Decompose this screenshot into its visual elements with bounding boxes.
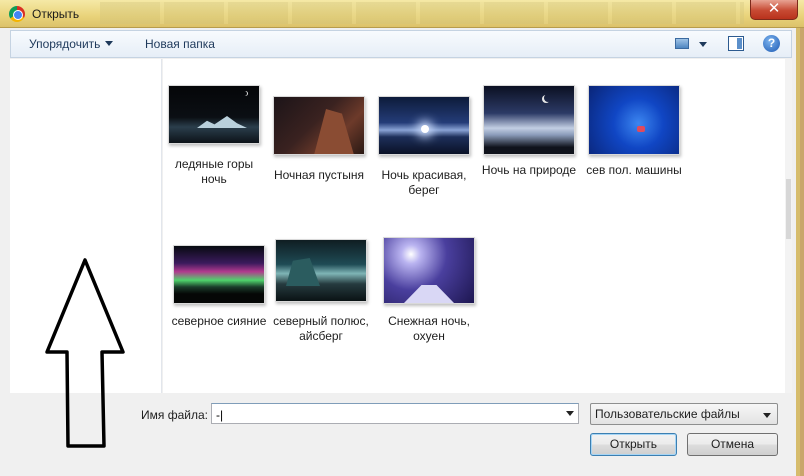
toolbar: Упорядочить Новая папка ? xyxy=(10,30,792,58)
window-title: Открыть xyxy=(32,7,80,21)
file-label: Снежная ночь, охуен xyxy=(388,314,470,343)
file-label: сев пол. машины xyxy=(586,163,682,177)
thumbnail-image xyxy=(168,85,260,144)
file-label: Ночная пустыня xyxy=(273,168,365,182)
file-item[interactable]: Снежная ночь, охуен xyxy=(379,237,479,344)
filetype-value: Пользовательские файлы xyxy=(595,407,740,421)
organize-label: Упорядочить xyxy=(29,37,101,51)
up-arrow-annotation-icon xyxy=(45,258,125,448)
file-item[interactable]: Ночь на природе xyxy=(479,85,579,178)
views-caret-icon[interactable] xyxy=(699,42,707,47)
thumbnail-image xyxy=(273,96,365,155)
thumbnail-image xyxy=(378,96,470,155)
new-folder-button[interactable]: Новая папка xyxy=(145,37,215,51)
file-item[interactable]: северное сияние xyxy=(169,245,269,329)
vertical-scrollbar[interactable] xyxy=(785,59,792,393)
file-item[interactable]: Ночная пустыня xyxy=(269,96,369,183)
filename-label: Имя файла: xyxy=(141,408,208,422)
file-label: ледяные горы ночь xyxy=(174,157,254,186)
organize-caret-icon xyxy=(105,41,114,46)
background-bookmarks-bar xyxy=(100,2,744,24)
title-bar: Открыть ✕ xyxy=(0,0,804,28)
file-label: Ночь красивая, берег xyxy=(381,168,467,197)
thumbnail-image xyxy=(173,245,265,304)
file-label: Ночь на природе xyxy=(481,163,577,177)
views-icon[interactable] xyxy=(675,38,689,49)
thumbnail-image xyxy=(275,239,367,302)
file-item[interactable]: Ночь красивая, берег xyxy=(374,96,474,198)
dropdown-caret-icon xyxy=(759,406,775,422)
dropdown-caret-icon[interactable] xyxy=(562,404,578,423)
filename-input[interactable] xyxy=(211,403,579,424)
open-button[interactable]: Открыть xyxy=(590,433,677,456)
dialog-footer: Имя файла: Пользовательские файлы Открыт… xyxy=(10,393,792,473)
thumbnail-image xyxy=(383,237,475,304)
thumbnail-image xyxy=(588,85,680,155)
file-list[interactable]: ледяные горы ночь Ночная пустыня Ночь кр… xyxy=(163,59,785,393)
preview-pane-icon[interactable] xyxy=(728,36,744,51)
thumbnail-image xyxy=(483,85,575,155)
chrome-icon xyxy=(9,6,25,22)
help-icon[interactable]: ? xyxy=(763,35,780,52)
organize-button[interactable]: Упорядочить xyxy=(29,37,114,51)
file-item[interactable]: северный полюс, айсберг xyxy=(271,239,371,344)
file-item[interactable]: ледяные горы ночь xyxy=(164,85,264,187)
close-icon: ✕ xyxy=(767,0,781,17)
file-label: северный полюс, айсберг xyxy=(273,314,369,343)
file-label: северное сияние xyxy=(171,314,267,328)
filetype-select[interactable]: Пользовательские файлы xyxy=(590,403,778,425)
cancel-button[interactable]: Отмена xyxy=(687,433,778,456)
close-button[interactable]: ✕ xyxy=(750,0,798,20)
file-item[interactable]: сев пол. машины xyxy=(584,85,684,178)
